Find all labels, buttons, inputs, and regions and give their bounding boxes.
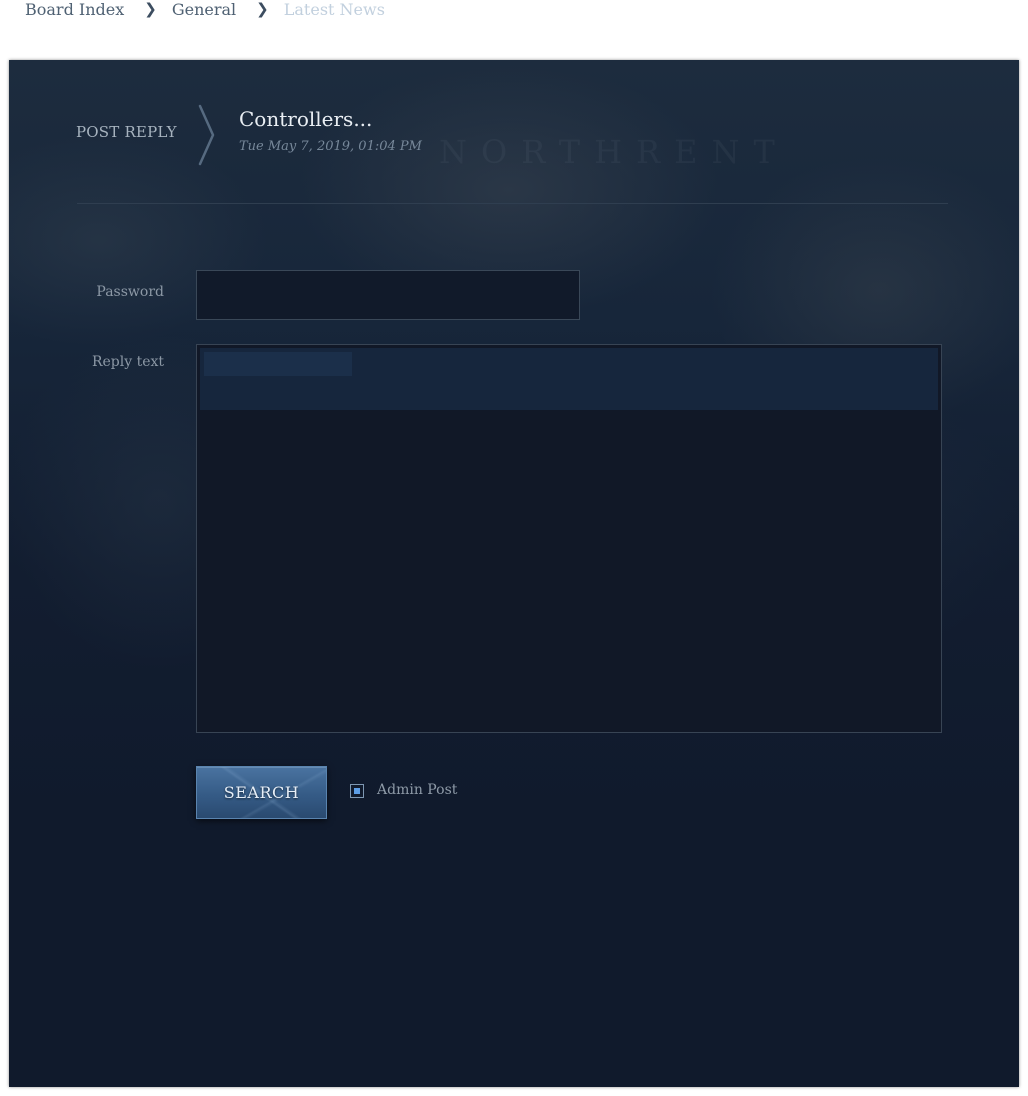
chevron-right-icon: ❯: [256, 0, 269, 18]
chevron-right-icon: ❯: [144, 0, 157, 18]
editor-toolbar: [200, 348, 938, 410]
section-label: POST REPLY: [76, 123, 177, 141]
breadcrumb-item-board-index[interactable]: Board Index: [25, 0, 124, 19]
post-date: Tue May 7, 2019, 01:04 PM: [239, 139, 422, 154]
header-divider: [77, 203, 948, 204]
breadcrumb-item-current: Latest News: [283, 0, 385, 19]
reply-text-editor[interactable]: [196, 344, 942, 733]
breadcrumb-item-general[interactable]: General: [172, 0, 236, 19]
breadcrumb: Board Index ❯ General ❯ Latest News: [25, 0, 385, 24]
reply-text-label: Reply text: [91, 354, 164, 370]
admin-post-label[interactable]: Admin Post: [377, 782, 457, 798]
admin-post-checkbox[interactable]: [350, 784, 364, 798]
search-button[interactable]: SEARCH: [196, 766, 327, 819]
post-reply-panel: NORTHRENT POST REPLY Controllers... Tue …: [9, 60, 1019, 1087]
post-title: Controllers...: [239, 107, 373, 131]
background-watermark: NORTHRENT: [439, 133, 789, 171]
password-input[interactable]: [196, 270, 580, 320]
password-label: Password: [96, 284, 164, 300]
editor-toolbar-slot: [204, 352, 352, 376]
checkbox-checked-icon: [354, 788, 360, 794]
chevron-right-icon: [198, 104, 215, 166]
